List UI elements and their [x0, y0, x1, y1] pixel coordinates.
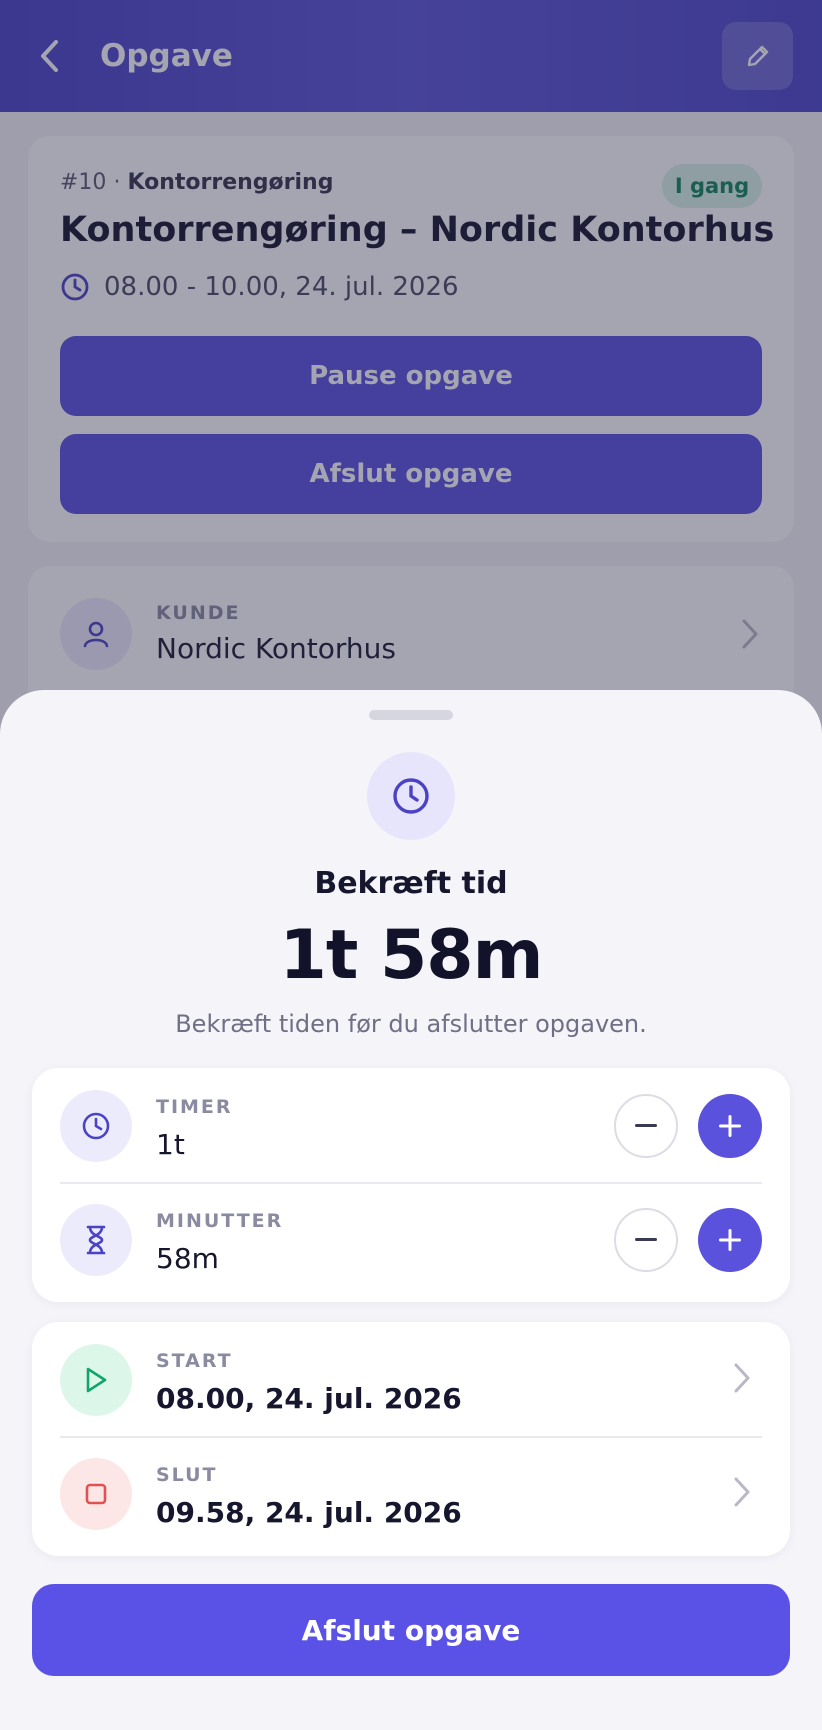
hourglass-icon [86, 1225, 106, 1255]
plus-icon [719, 1229, 741, 1251]
hours-label: TIMER [156, 1096, 233, 1118]
minutes-icon-badge [60, 1204, 132, 1276]
hours-increment-button[interactable] [698, 1094, 762, 1158]
end-row[interactable]: SLUT 09.58, 24. jul. 2026 [32, 1436, 790, 1550]
total-duration: 1t 58m [279, 916, 544, 995]
end-icon-badge [60, 1458, 132, 1530]
hours-icon-badge [60, 1090, 132, 1162]
minutes-row: MINUTTER 58m [32, 1182, 790, 1296]
sheet-title: Bekræft tid [314, 866, 508, 901]
plus-icon [719, 1115, 741, 1137]
hours-value: 1t [156, 1128, 185, 1161]
start-icon-badge [60, 1344, 132, 1416]
clock-icon [82, 1112, 110, 1140]
start-value: 08.00, 24. jul. 2026 [156, 1382, 462, 1415]
minus-icon [635, 1124, 657, 1127]
sheet-clock-badge [367, 752, 455, 840]
chevron-right-icon [732, 1362, 752, 1398]
hours-row: TIMER 1t [32, 1068, 790, 1182]
clock-icon [393, 778, 429, 814]
minutes-value: 58m [156, 1242, 219, 1275]
hours-decrement-button[interactable] [614, 1094, 678, 1158]
end-label: SLUT [156, 1464, 218, 1486]
sheet-grabber[interactable] [369, 710, 453, 720]
confirm-finish-button[interactable]: Afslut opgave [32, 1584, 790, 1676]
end-value: 09.58, 24. jul. 2026 [156, 1496, 462, 1529]
start-row[interactable]: START 08.00, 24. jul. 2026 [32, 1322, 790, 1436]
minus-icon [635, 1238, 657, 1241]
minutes-increment-button[interactable] [698, 1208, 762, 1272]
stop-icon [85, 1483, 107, 1505]
play-icon [86, 1367, 107, 1393]
duration-panel: TIMER 1t MINUTTER 58m [32, 1068, 790, 1302]
minutes-decrement-button[interactable] [614, 1208, 678, 1272]
start-label: START [156, 1350, 233, 1372]
confirm-time-sheet: Bekræft tid 1t 58m Bekræft tiden før du … [0, 690, 822, 1730]
chevron-right-icon [732, 1476, 752, 1512]
time-range-panel: START 08.00, 24. jul. 2026 SLUT 09.58, 2… [32, 1322, 790, 1556]
minutes-label: MINUTTER [156, 1210, 284, 1232]
sheet-subtitle: Bekræft tiden før du afslutter opgaven. [175, 1010, 647, 1038]
